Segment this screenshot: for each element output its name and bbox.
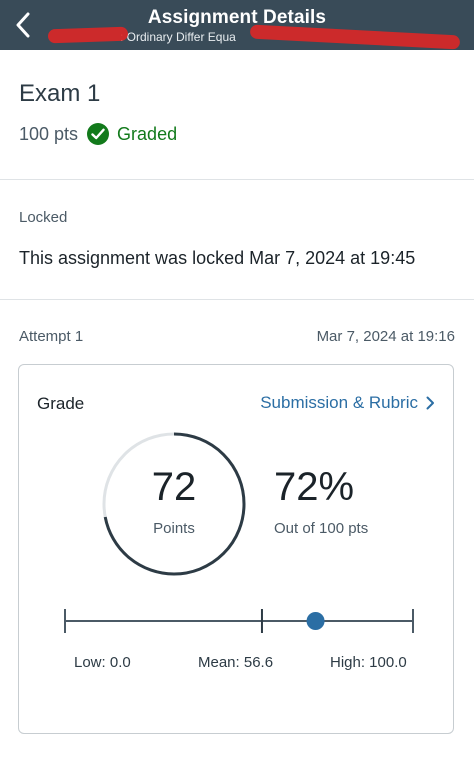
submission-rubric-link[interactable]: Submission & Rubric: [260, 393, 435, 413]
points-row: 100 pts Graded: [19, 121, 177, 147]
page-title: Assignment Details: [147, 7, 327, 28]
locked-message: This assignment was locked Mar 7, 2024 a…: [19, 248, 416, 268]
divider: [0, 299, 474, 300]
score-percent: 72%: [274, 465, 355, 509]
your-score-marker: [306, 612, 325, 630]
low-stat: Low: 0.0: [74, 654, 131, 671]
chevron-right-icon: [426, 396, 435, 410]
mean-stat: Mean: 56.6: [198, 654, 274, 671]
locked-label: Locked: [19, 209, 68, 226]
grade-card: Grade Submission & Rubric 72 Points 72% …: [18, 364, 454, 734]
check-circle-icon: [87, 123, 110, 145]
top-bar: Assignment Details : Ordinary Differ Equ…: [0, 0, 474, 50]
redaction-mark: [47, 26, 129, 44]
score-points: 72: [151, 465, 197, 509]
course-subtitle: : Ordinary Differ Equa: [120, 30, 236, 44]
score-out-of: Out of 100 pts: [274, 520, 369, 537]
grade-card-title: Grade: [37, 394, 85, 413]
score-distribution-bar: [64, 609, 414, 633]
score-points-label: Points: [153, 520, 195, 537]
attempt-date: Mar 7, 2024 at 19:16: [316, 328, 455, 345]
high-stat: High: 100.0: [330, 654, 407, 671]
assignment-name: Exam 1: [19, 80, 101, 107]
submission-rubric-label: Submission & Rubric: [260, 393, 418, 412]
graded-status: Graded: [117, 123, 178, 144]
points-value: 100 pts: [19, 123, 79, 144]
attempt-label: Attempt 1: [19, 328, 84, 345]
divider: [0, 179, 474, 180]
